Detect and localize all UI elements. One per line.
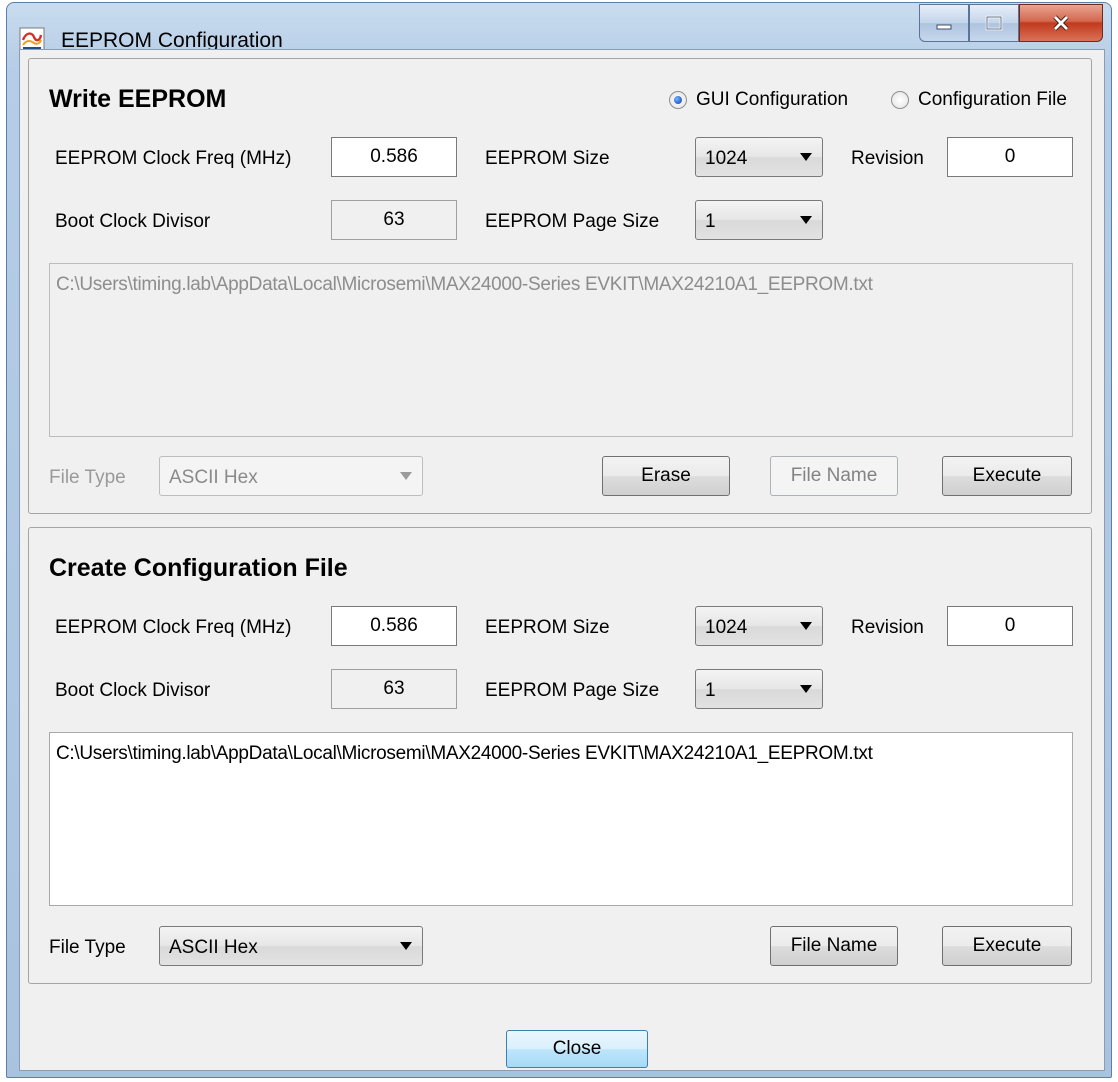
write-revision-label: Revision <box>851 148 924 169</box>
radio-file-indicator <box>891 91 909 109</box>
write-revision-input[interactable]: 0 <box>947 137 1073 177</box>
radio-gui-indicator <box>669 91 687 109</box>
radio-file-label: Configuration File <box>918 89 1067 110</box>
create-config-title: Create Configuration File <box>49 554 348 582</box>
create-size-select[interactable]: 1024 <box>695 606 823 646</box>
create-filetype-value: ASCII Hex <box>169 937 258 958</box>
close-icon <box>1053 15 1069 31</box>
create-path-textbox[interactable]: C:\Users\timing.lab\AppData\Local\Micros… <box>49 732 1073 906</box>
write-eeprom-title: Write EEPROM <box>49 85 227 113</box>
chevron-down-icon <box>400 942 412 950</box>
write-filetype-value: ASCII Hex <box>169 467 258 488</box>
maximize-button[interactable] <box>969 4 1019 42</box>
erase-button[interactable]: Erase <box>602 456 730 496</box>
write-execute-button[interactable]: Execute <box>942 456 1072 496</box>
create-revision-input[interactable]: 0 <box>947 606 1073 646</box>
create-size-label: EEPROM Size <box>485 617 610 638</box>
create-boot-label: Boot Clock Divisor <box>55 680 211 701</box>
maximize-icon <box>985 15 1003 31</box>
create-filetype-select[interactable]: ASCII Hex <box>159 926 423 966</box>
minimize-button[interactable] <box>919 4 969 42</box>
eeprom-config-window: EEPROM Configuration Write EEPROM GUI Co… <box>6 2 1112 1078</box>
create-page-select[interactable]: 1 <box>695 669 823 709</box>
write-eeprom-group: Write EEPROM GUI Configuration Configura… <box>28 58 1092 514</box>
create-page-value: 1 <box>705 680 716 701</box>
radio-configuration-file[interactable]: Configuration File <box>891 89 1067 111</box>
chevron-down-icon <box>800 622 812 630</box>
create-clock-label: EEPROM Clock Freq (MHz) <box>55 617 292 638</box>
write-page-label: EEPROM Page Size <box>485 211 660 232</box>
create-config-file-group: Create Configuration File EEPROM Clock F… <box>28 527 1092 984</box>
write-size-select[interactable]: 1024 <box>695 137 823 177</box>
radio-gui-label: GUI Configuration <box>696 89 849 110</box>
create-boot-value: 63 <box>331 669 457 709</box>
write-filetype-label: File Type <box>49 467 126 488</box>
minimize-icon <box>936 24 952 30</box>
write-boot-value: 63 <box>331 200 457 240</box>
write-size-value: 1024 <box>705 148 748 169</box>
chevron-down-icon <box>800 153 812 161</box>
write-clock-label: EEPROM Clock Freq (MHz) <box>55 148 292 169</box>
close-window-button[interactable] <box>1019 4 1103 42</box>
create-page-label: EEPROM Page Size <box>485 680 660 701</box>
chevron-down-icon <box>400 472 412 480</box>
write-page-value: 1 <box>705 211 716 232</box>
chevron-down-icon <box>800 216 812 224</box>
create-clock-input[interactable]: 0.586 <box>331 606 457 646</box>
write-page-select[interactable]: 1 <box>695 200 823 240</box>
write-boot-label: Boot Clock Divisor <box>55 211 211 232</box>
dialog-client-area: Write EEPROM GUI Configuration Configura… <box>19 49 1105 1071</box>
create-file-name-button[interactable]: File Name <box>770 926 898 966</box>
close-button[interactable]: Close <box>506 1030 648 1068</box>
write-filetype-select[interactable]: ASCII Hex <box>159 456 423 496</box>
create-filetype-label: File Type <box>49 937 126 958</box>
radio-gui-configuration[interactable]: GUI Configuration <box>669 89 848 111</box>
caption-buttons <box>919 4 1103 44</box>
write-size-label: EEPROM Size <box>485 148 610 169</box>
create-size-value: 1024 <box>705 617 748 638</box>
write-path-textbox[interactable]: C:\Users\timing.lab\AppData\Local\Micros… <box>49 263 1073 437</box>
chevron-down-icon <box>800 685 812 693</box>
create-revision-label: Revision <box>851 617 924 638</box>
write-file-name-button[interactable]: File Name <box>770 456 898 496</box>
create-execute-button[interactable]: Execute <box>942 926 1072 966</box>
write-clock-input[interactable]: 0.586 <box>331 137 457 177</box>
